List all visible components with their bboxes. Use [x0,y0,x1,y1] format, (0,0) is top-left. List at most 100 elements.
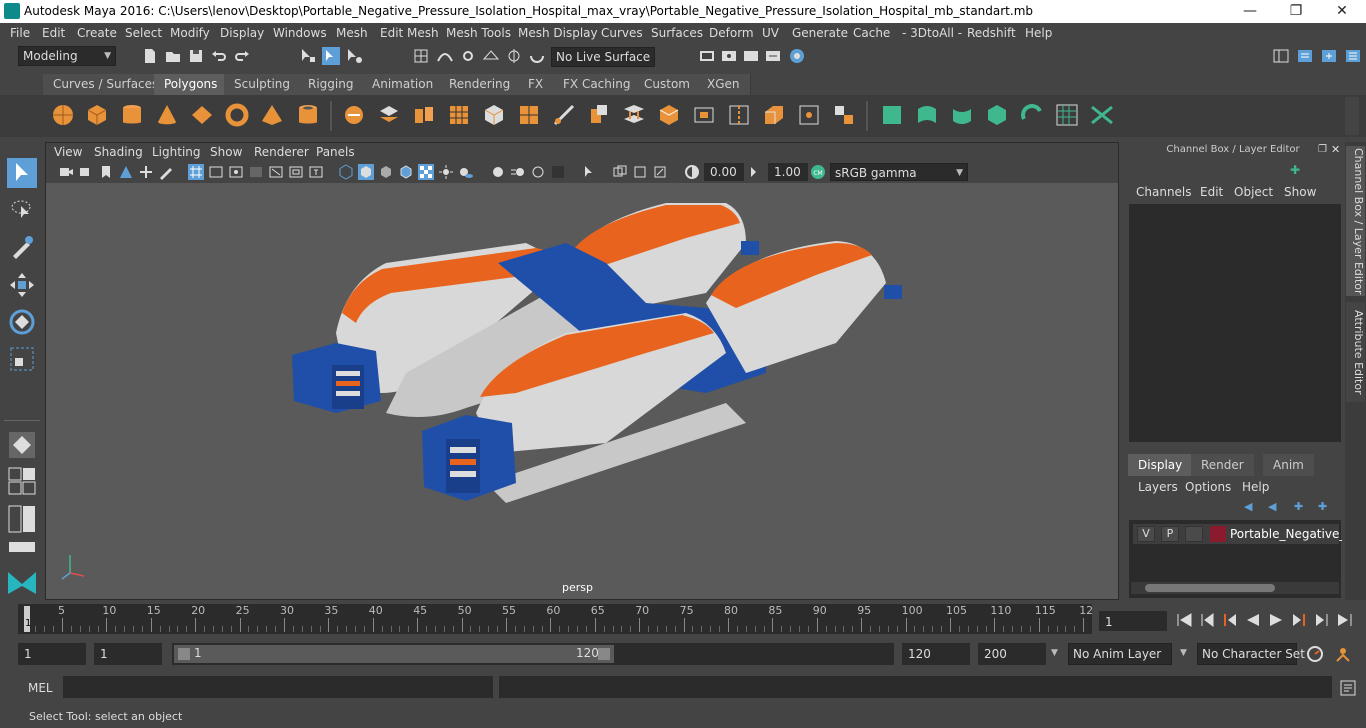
menu-display[interactable]: Display [220,26,264,40]
layer-horizontal-scrollbar[interactable] [1131,582,1339,594]
gamma-field[interactable]: 1.00 [768,163,808,181]
layers-menu[interactable]: Layers [1138,480,1178,494]
2d-pan-zoom-icon[interactable] [138,164,154,180]
separate-icon[interactable] [377,103,401,127]
single-perspective-layout-icon[interactable] [7,430,37,460]
menu-mesh-tools[interactable]: Mesh Tools [446,26,511,40]
step-back-key-icon[interactable] [1221,612,1239,628]
workspace-toggle-icon[interactable] [1272,47,1290,65]
snap-curve-icon[interactable] [436,47,454,65]
layer-tab-anim[interactable]: Anim [1263,454,1314,476]
range-slider[interactable]: 1 120 [172,643,894,665]
range-start-handle[interactable] [178,648,190,660]
screen-space-ao-icon[interactable] [490,164,506,180]
save-scene-icon[interactable] [187,47,205,65]
shelf-scroll[interactable] [1345,97,1359,135]
lasso-tool-icon[interactable] [7,196,37,226]
range-slider-bar[interactable]: 1 120 [174,645,614,663]
playback-start-field[interactable]: 1 [94,643,162,665]
layer-help-menu[interactable]: Help [1242,480,1269,494]
menu-cache[interactable]: Cache [853,26,890,40]
menu-edit[interactable]: Edit [42,26,65,40]
wireframe-on-shaded-icon[interactable] [398,164,414,180]
undo-icon[interactable] [210,47,228,65]
menu-mesh[interactable]: Mesh [336,26,368,40]
poly-sphere-icon[interactable] [51,103,75,127]
start-time-field[interactable]: 1 [18,643,86,665]
menu-modify[interactable]: Modify [170,26,210,40]
xray-joints-icon[interactable] [652,164,668,180]
snap-view-plane-icon[interactable] [482,47,500,65]
shelf-tab-rendering[interactable]: Rendering [439,74,522,95]
character-set-selector[interactable]: No Character Set [1197,643,1305,665]
bookmark-icon[interactable] [98,164,114,180]
viewport-menu-show[interactable]: Show [210,145,242,159]
play-forwards-icon[interactable] [1267,612,1285,628]
layer-name[interactable]: Portable_Negative_Pre [1230,527,1342,541]
auto-key-icon[interactable] [1306,645,1324,663]
isolate-select-icon[interactable] [582,164,598,180]
time-slider[interactable]: 1 5 10 15 20 25 30 35 40 45 50 55 60 65 70 75 80 85 90 95 1… [18,604,1093,634]
minimize-button[interactable]: — [1227,0,1273,23]
multi-cut-icon[interactable] [552,103,576,127]
select-hierarchy-icon[interactable] [299,47,317,65]
shelf-tab-polygons[interactable]: Polygons [154,74,229,95]
offset-edge-loop-icon[interactable] [762,103,786,127]
cylindrical-uv-icon[interactable] [915,103,939,127]
view-transform-selector[interactable]: sRGB gamma ▼ [830,163,968,181]
four-view-layout-icon[interactable] [7,466,37,496]
layer-tab-display[interactable]: Display [1128,454,1193,476]
new-scene-icon[interactable] [141,47,159,65]
playback-end-field[interactable]: 120 [902,643,970,665]
render-view-icon[interactable] [698,47,716,65]
menu-deform[interactable]: Deform [709,26,754,40]
snap-grid-icon[interactable] [412,47,430,65]
redo-icon[interactable] [233,47,251,65]
select-camera-icon[interactable] [58,164,74,180]
film-gate-icon[interactable] [208,164,224,180]
new-layer-icon[interactable]: ✚ [1294,500,1303,513]
xray-active-icon[interactable] [632,164,648,180]
menu-generate[interactable]: Generate [792,26,848,40]
uv-editor-icon[interactable] [1055,103,1079,127]
xray-icon[interactable] [612,164,628,180]
anim-layer-selector[interactable]: No Anim Layer [1068,643,1172,665]
poly-cube-icon[interactable] [85,103,109,127]
safe-title-icon[interactable] [308,164,324,180]
poly-plane-icon[interactable] [190,103,214,127]
safe-action-icon[interactable] [288,164,304,180]
append-icon[interactable] [692,103,716,127]
poly-torus-icon[interactable] [225,103,249,127]
planar-uv-icon[interactable] [880,103,904,127]
make-live-icon[interactable] [528,47,546,65]
scale-tool-icon[interactable] [7,344,37,374]
color-management-icon[interactable]: CM [810,164,826,180]
toggle-tool-settings-icon[interactable] [1320,47,1338,65]
script-editor-icon[interactable] [1339,679,1357,697]
field-chart-icon[interactable] [268,164,284,180]
hypershade-icon[interactable] [788,47,806,65]
command-input[interactable] [63,676,493,698]
layer-display-type-toggle[interactable] [1185,526,1203,542]
layer-color-swatch[interactable] [1210,526,1226,542]
viewport-menu-renderer[interactable]: Renderer [254,145,309,159]
script-language-label[interactable]: MEL [28,681,53,695]
camera-attributes-icon[interactable] [78,164,94,180]
exposure-field[interactable]: 0.00 [704,163,744,181]
channels-menu[interactable]: Channels [1136,185,1192,199]
layer-options-menu[interactable]: Options [1185,480,1231,494]
move-layer-down-icon[interactable]: ◀ [1268,500,1276,513]
extract-icon[interactable] [412,103,436,127]
grid-icon[interactable] [188,164,204,180]
textured-icon[interactable] [418,164,434,180]
transfer-uv-icon[interactable] [1020,103,1044,127]
select-component-icon[interactable] [345,47,363,65]
snap-live-icon[interactable] [505,47,523,65]
close-button[interactable]: ✕ [1319,0,1365,23]
anti-aliasing-icon[interactable] [530,164,546,180]
viewport-menu-lighting[interactable]: Lighting [152,145,201,159]
step-forward-icon[interactable] [1313,612,1331,628]
go-to-start-icon[interactable] [1175,612,1193,628]
menu-windows[interactable]: Windows [273,26,327,40]
automatic-uv-icon[interactable] [985,103,1009,127]
